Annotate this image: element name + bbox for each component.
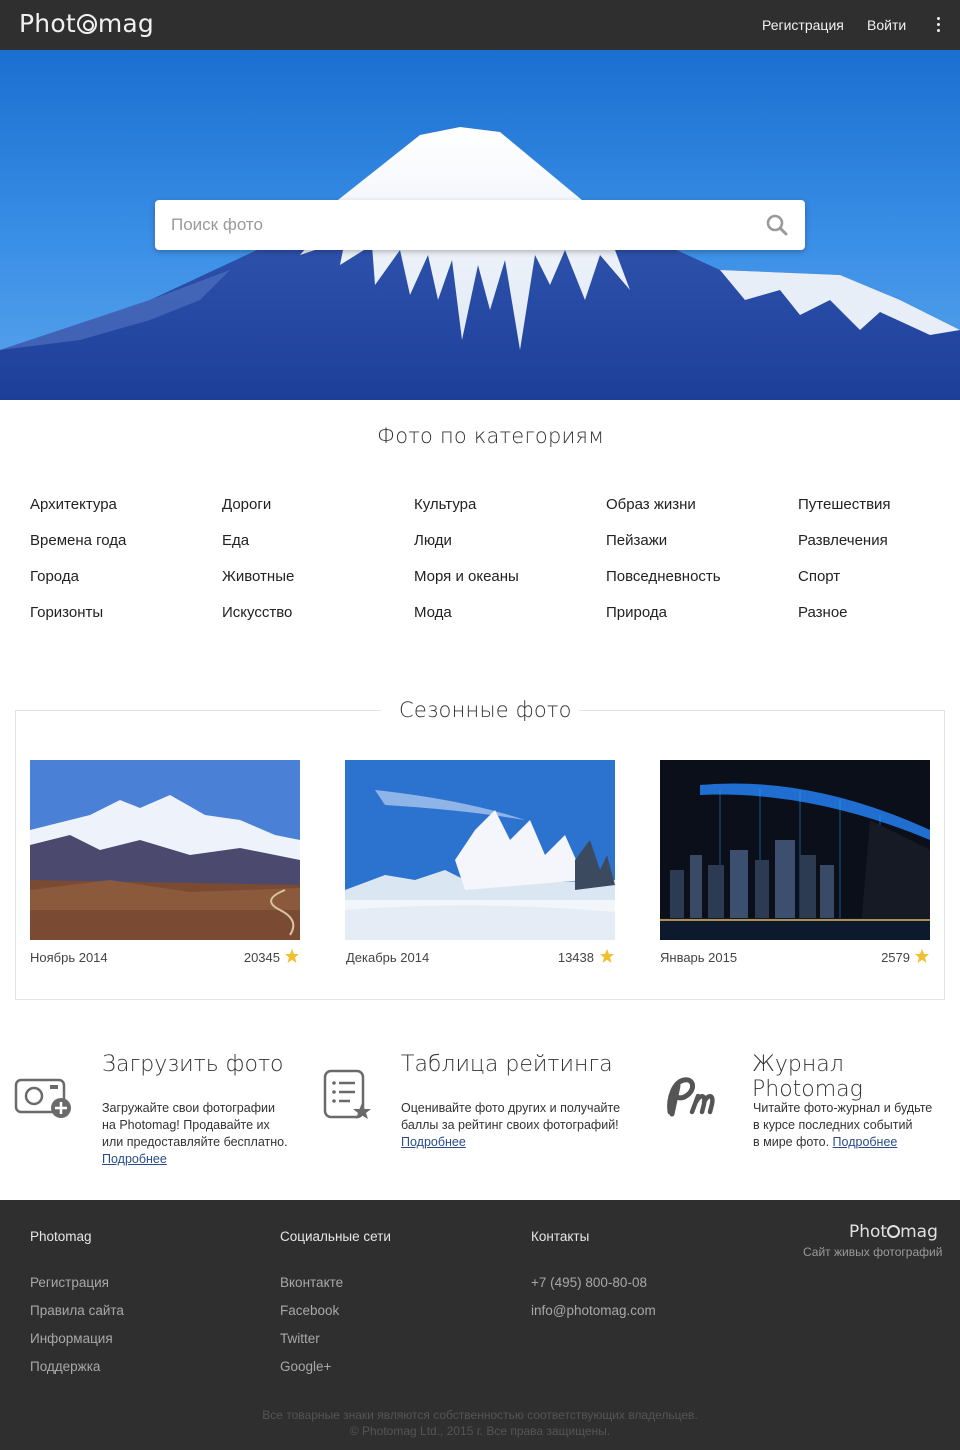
feature-text-line: в курсе последних событий [753,1118,913,1132]
seasonal-photo-november[interactable] [30,760,300,940]
feature-description: Загружайте свои фотографии на Photomag! … [102,1100,288,1168]
more-link[interactable]: Подробнее [833,1135,898,1149]
login-link[interactable]: Войти [867,17,906,33]
feature-text-line: в мире фото. [753,1135,830,1149]
footer-copyright: © Photomag Ltd., 2015 г. Все права защищ… [349,1424,611,1438]
feature-description: Оценивайте фото других и получайте баллы… [401,1100,620,1151]
footer-link[interactable]: Правила сайта [30,1303,124,1318]
logo-camera-icon [76,14,97,34]
category-link[interactable]: Дороги [222,495,294,531]
category-link[interactable]: Моря и океаны [414,567,519,603]
logo[interactable]: Phot mag [19,9,154,39]
footer-link[interactable]: Информация [30,1331,113,1346]
category-link[interactable]: Повседневность [606,567,721,603]
search-input[interactable] [171,200,751,250]
feature-text-line: баллы за рейтинг своих фотографий! [401,1118,619,1132]
category-link[interactable]: Еда [222,531,294,567]
star-icon[interactable] [599,948,615,964]
category-column: Дороги Еда Животные Искусство [222,495,294,639]
footer-link[interactable]: Google+ [280,1359,331,1374]
category-link[interactable]: Архитектура [30,495,126,531]
journal-pm-icon [667,1077,715,1117]
category-column: Культура Люди Моря и океаны Мода [414,495,519,639]
category-link[interactable]: Развлечения [798,531,891,567]
logo-text-start: Phot [19,9,76,38]
seasonal-title: Сезонные фото [399,698,572,722]
category-link[interactable]: Спорт [798,567,891,603]
footer-link[interactable]: Регистрация [30,1275,109,1290]
top-bar: Phot mag Регистрация Войти [0,0,960,50]
category-link[interactable]: Мода [414,603,519,639]
footer-tagline: Сайт живых фотографий [803,1245,943,1259]
footer-logo-camera-icon [887,1225,901,1238]
category-link[interactable]: Животные [222,567,294,603]
feature-text-line: на Photomag! Продавайте их [102,1118,270,1132]
feature-title: Таблица рейтинга [401,1052,613,1077]
category-link[interactable]: Времена года [30,531,126,567]
footer-logo-text-end: mag [900,1222,938,1242]
categories-title: Фото по категориям [377,424,605,448]
seasonal-photo-december[interactable] [345,760,615,940]
feature-text-line: Читайте фото-журнал и будьте [753,1101,933,1115]
footer-link[interactable]: Вконтакте [280,1275,343,1290]
footer-heading: Социальные сети [280,1229,391,1244]
footer-logo-text-start: Phot [849,1222,888,1242]
footer-logo[interactable]: Phot mag [849,1222,938,1242]
category-link[interactable]: Люди [414,531,519,567]
feature-text-line: Загружайте свои фотографии [102,1101,275,1115]
more-link[interactable]: Подробнее [401,1135,466,1149]
seasonal-photo-january[interactable] [660,760,930,940]
category-link[interactable]: Горизонты [30,603,126,639]
category-link[interactable]: Культура [414,495,519,531]
category-link[interactable]: Пейзажи [606,531,721,567]
footer-heading: Photomag [30,1229,92,1244]
feature-text-line: или предоставляйте бесплатно. [102,1135,288,1149]
category-link[interactable]: Разное [798,603,891,639]
logo-text-end: mag [97,9,154,38]
category-column: Архитектура Времена года Города Горизонт… [30,495,126,639]
footer-heading: Контакты [531,1229,590,1244]
search-icon[interactable] [765,213,789,237]
feature-title: Журнал Photomag [752,1052,863,1102]
more-link[interactable]: Подробнее [102,1152,167,1166]
footer-email[interactable]: info@photomag.com [531,1303,656,1318]
feature-title: Загрузить фото [102,1052,284,1077]
upload-camera-icon [14,1078,71,1118]
photo-rating-count: 13438 [557,950,594,965]
more-menu-icon[interactable] [934,17,942,35]
feature-text-line: Оценивайте фото других и получайте [401,1101,621,1115]
category-column: Образ жизни Пейзажи Повседневность Приро… [606,495,721,639]
category-link[interactable]: Искусство [222,603,294,639]
search-bar [155,200,805,250]
photo-caption: Ноябрь 2014 [30,950,108,965]
category-link[interactable]: Природа [606,603,721,639]
category-link[interactable]: Путешествия [798,495,891,531]
register-link[interactable]: Регистрация [762,17,844,33]
footer-phone[interactable]: +7 (495) 800-80-08 [531,1275,647,1290]
photo-rating-count: 20345 [243,950,280,965]
star-icon[interactable] [284,948,300,964]
footer-link[interactable]: Twitter [280,1331,320,1346]
footer-link[interactable]: Поддержка [30,1359,100,1374]
photo-caption: Декабрь 2014 [346,950,430,965]
star-icon[interactable] [914,948,930,964]
footer-legal-trademarks: Все товарные знаки являются собственност… [262,1408,698,1422]
feature-description: Читайте фото-журнал и будьте в курсе пос… [753,1100,932,1151]
photo-caption: Январь 2015 [660,950,738,965]
photo-rating-count: 2579 [881,950,910,965]
category-link[interactable]: Города [30,567,126,603]
category-link[interactable]: Образ жизни [606,495,721,531]
category-column: Путешествия Развлечения Спорт Разное [798,495,891,639]
footer-link[interactable]: Facebook [280,1303,339,1318]
rating-list-icon [323,1069,371,1119]
